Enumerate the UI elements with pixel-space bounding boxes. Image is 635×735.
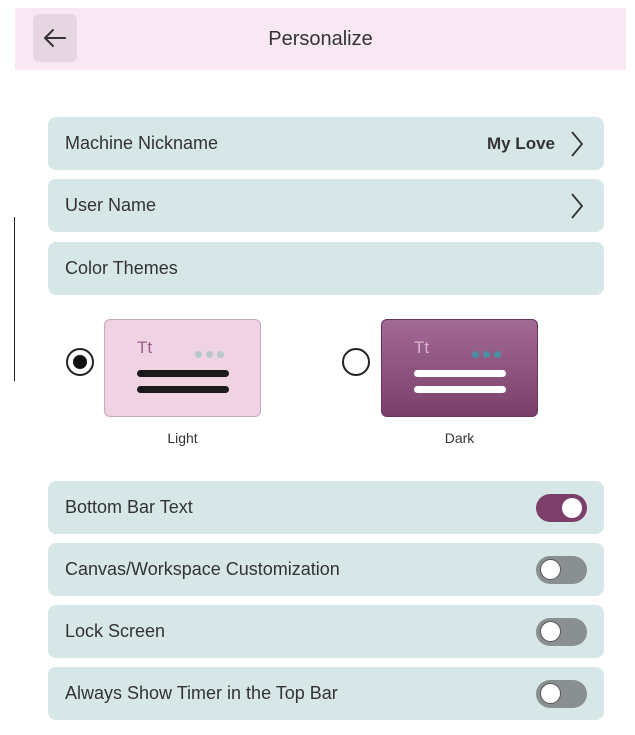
light-theme-preview[interactable]: Tt: [104, 319, 261, 417]
text-line: [414, 386, 506, 393]
user-name-row[interactable]: User Name: [48, 179, 604, 232]
lock-screen-row: Lock Screen: [48, 605, 604, 658]
text-line: [137, 386, 229, 393]
chevron-right-icon: [567, 191, 587, 221]
color-themes-label: Color Themes: [65, 258, 178, 278]
dark-theme-label: Dark: [444, 430, 475, 446]
theme-sample-text: Tt: [137, 338, 153, 357]
machine-nickname-label: Machine Nickname: [65, 133, 219, 153]
lock-screen-label: Lock Screen: [65, 621, 166, 641]
text-line: [414, 370, 506, 377]
user-name-label: User Name: [65, 195, 157, 215]
dark-theme-preview[interactable]: Tt: [381, 319, 538, 417]
dots-icon: [195, 351, 224, 358]
back-button[interactable]: [33, 14, 77, 62]
timer-top-bar-toggle[interactable]: [536, 679, 587, 708]
theme-sample-text: Tt: [414, 338, 430, 357]
machine-nickname-row[interactable]: Machine Nickname My Love: [48, 117, 604, 170]
lock-screen-toggle[interactable]: [536, 617, 587, 646]
bottom-bar-text-label: Bottom Bar Text: [65, 497, 193, 517]
dark-theme-radio[interactable]: [342, 348, 370, 376]
arrow-left-icon: [44, 29, 66, 47]
bottom-bar-text-row: Bottom Bar Text: [48, 481, 604, 534]
machine-nickname-value: My Love: [486, 133, 555, 153]
canvas-customization-row: Canvas/Workspace Customization: [48, 543, 604, 596]
canvas-customization-label: Canvas/Workspace Customization: [65, 559, 340, 579]
header-bar: Personalize: [15, 8, 626, 70]
canvas-customization-toggle[interactable]: [536, 555, 587, 584]
dots-icon: [472, 351, 501, 358]
color-themes-row: Color Themes: [48, 242, 604, 295]
text-line: [137, 370, 229, 377]
timer-top-bar-row: Always Show Timer in the Top Bar: [48, 667, 604, 720]
page-title: Personalize: [268, 28, 373, 50]
timer-top-bar-label: Always Show Timer in the Top Bar: [65, 683, 338, 703]
bottom-bar-text-toggle[interactable]: [536, 493, 587, 522]
light-theme-label: Light: [167, 430, 198, 446]
chevron-right-icon: [567, 129, 587, 159]
light-theme-radio[interactable]: [66, 348, 94, 376]
divider-line: [14, 217, 15, 381]
